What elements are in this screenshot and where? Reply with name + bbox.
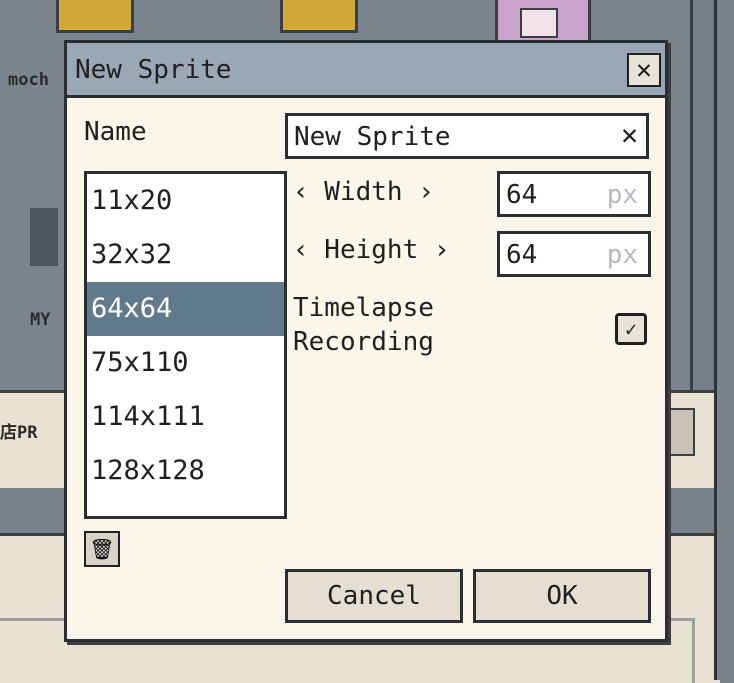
height-unit: px	[606, 240, 638, 270]
height-input[interactable]: 64 px	[497, 231, 651, 277]
background-label: MY	[30, 310, 51, 330]
yellow-tile	[56, 0, 134, 33]
timelapse-label: Timelapse	[293, 293, 434, 323]
delete-preset-button[interactable]: 🗑	[84, 531, 120, 567]
dialog-titlebar[interactable]: New Sprite ✕	[67, 43, 665, 98]
name-field[interactable]: New Sprite ✕	[285, 113, 649, 159]
width-label[interactable]: ‹ Width ›	[293, 177, 434, 207]
background-label: moch	[8, 70, 49, 90]
background-label: 店PR	[0, 423, 38, 443]
width-input[interactable]: 64 px	[497, 171, 651, 217]
list-item[interactable]: 128x128	[87, 444, 284, 498]
ok-label: OK	[546, 581, 578, 611]
clear-icon[interactable]: ✕	[621, 118, 638, 151]
cancel-button[interactable]: Cancel	[285, 569, 463, 623]
list-item[interactable]: 114x111	[87, 390, 284, 444]
width-value: 64	[506, 180, 538, 210]
inventory-icon	[30, 208, 58, 266]
name-value: New Sprite	[294, 122, 451, 152]
height-label[interactable]: ‹ Height ›	[293, 235, 450, 265]
name-label: Name	[84, 117, 147, 147]
character-face	[520, 8, 558, 38]
size-preset-list[interactable]: 11x20 32x32 64x64 75x110 114x111 128x128	[84, 171, 287, 519]
trash-icon: 🗑	[89, 537, 115, 561]
checkmark-icon: ✓	[624, 317, 638, 341]
close-button[interactable]: ✕	[627, 53, 661, 87]
list-item[interactable]: 32x32	[87, 228, 284, 282]
list-item-selected[interactable]: 64x64	[87, 282, 284, 336]
yellow-tile	[280, 0, 358, 33]
new-sprite-dialog: New Sprite ✕ Name New Sprite ✕ 11x20 32x…	[64, 40, 668, 642]
close-icon: ✕	[636, 55, 652, 85]
ok-button[interactable]: OK	[473, 569, 651, 623]
list-item[interactable]: 11x20	[87, 174, 284, 228]
timelapse-checkbox[interactable]: ✓	[615, 313, 647, 345]
recording-label: Recording	[293, 327, 434, 357]
dialog-title: New Sprite	[75, 55, 232, 85]
height-value: 64	[506, 240, 538, 270]
list-item[interactable]: 75x110	[87, 336, 284, 390]
background-right-edge	[714, 0, 734, 680]
width-unit: px	[606, 180, 638, 210]
cancel-label: Cancel	[327, 581, 421, 611]
